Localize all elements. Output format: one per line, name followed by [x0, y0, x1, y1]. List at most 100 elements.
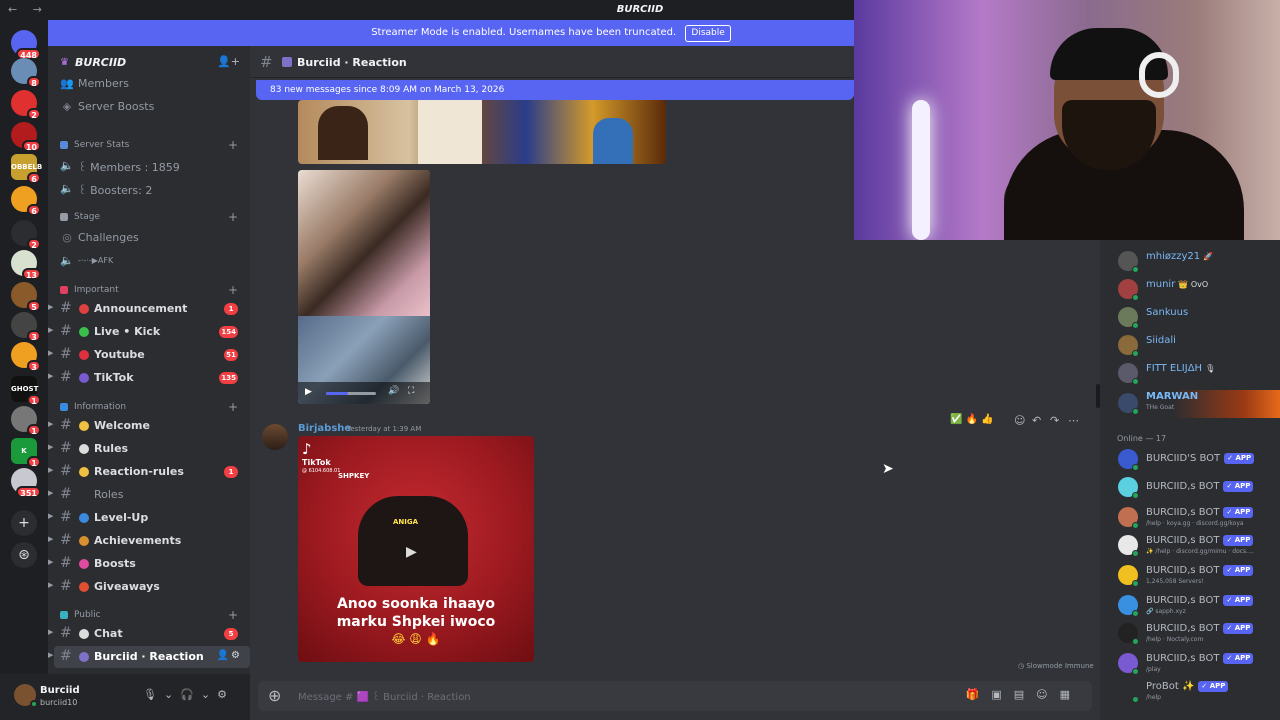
create-channel-icon[interactable]: + — [228, 138, 238, 152]
video-attachment[interactable]: ▶ 🔊 ⛶ — [298, 170, 430, 404]
channel-item[interactable]: ▶ # Burciid · Reaction 👤⚙ — [48, 646, 250, 668]
disable-streamer-mode-button[interactable]: Disable — [685, 25, 731, 42]
server-icon[interactable]: 2 — [11, 220, 41, 250]
microphone-icon[interactable]: 🎙 — [143, 688, 164, 701]
more-icon[interactable]: ⋯ — [1068, 414, 1079, 427]
category-stage[interactable]: Stage + — [48, 210, 250, 226]
fullscreen-icon[interactable]: ⛶ — [408, 386, 414, 396]
create-channel-icon[interactable]: + — [228, 608, 238, 622]
channel-item[interactable]: ▶ # TikTok 135 — [48, 367, 250, 389]
server-icon[interactable]: 6 — [11, 186, 41, 216]
chevron-down-icon[interactable]: ⌄ — [201, 688, 217, 701]
bot-member-item[interactable]: BURCIID,s BOT ✓ APP ✨ /help · discord.gg/m… — [1100, 532, 1280, 560]
bot-member-item[interactable]: ProBot ✨ ✓ APP/help — [1100, 678, 1280, 706]
channel-item[interactable]: ▶ # Roles — [48, 484, 250, 506]
stage-challenges[interactable]: ◎ Challenges — [48, 228, 250, 248]
stat-boosters[interactable]: 🔈 ꒰ Boosters: 2 — [48, 179, 250, 199]
server-icon[interactable]: 3 — [11, 312, 41, 342]
bot-member-item[interactable]: BURCIID,s BOT ✓ APP/help · koya.gg · disc… — [1100, 504, 1280, 532]
member-item[interactable]: munir 👑 OvO — [1100, 276, 1280, 304]
apps-icon[interactable]: ▦ — [1060, 688, 1082, 701]
category-important[interactable]: Important + — [48, 283, 250, 299]
status-dot-icon — [1132, 668, 1139, 675]
video-emojis: 😂 😩 🔥 — [391, 632, 441, 646]
server-icon[interactable]: 5 — [11, 282, 41, 312]
add-server-icon[interactable]: + — [11, 510, 37, 536]
channel-item[interactable]: ▶ # Achievements — [48, 530, 250, 552]
headphones-icon[interactable]: 🎧 — [180, 688, 201, 701]
video-controls: ▶ 🔊 ⛶ — [298, 382, 430, 404]
bot-member-item[interactable]: BURCIID,s BOT ✓ APP — [1100, 474, 1280, 502]
bot-member-item[interactable]: BURCIID'S BOT ✓ APP — [1100, 446, 1280, 474]
quick-reactions[interactable]: ✅ 🔥 👍 — [950, 414, 994, 425]
chevron-down-icon[interactable]: ⌄ — [164, 688, 180, 701]
settings-gear-icon[interactable]: ⚙ — [217, 688, 234, 701]
discover-icon[interactable]: ⊛ — [11, 542, 37, 568]
member-item[interactable]: Siidali — [1100, 332, 1280, 360]
emoji-icon[interactable]: ☺ — [1036, 688, 1059, 701]
server-icon[interactable]: GHOST 1 — [11, 376, 41, 406]
member-item[interactable]: MARWAN THe Goat — [1100, 390, 1280, 418]
server-icon[interactable]: 8 — [11, 58, 41, 88]
server-icon[interactable]: 2 — [11, 90, 41, 120]
add-reaction-icon[interactable]: ☺ — [1014, 414, 1025, 427]
stat-members[interactable]: 🔈 ꒰ Members : 1859 — [48, 156, 250, 176]
boost-icon: ◈ — [62, 100, 72, 113]
gif-icon[interactable]: ▣ — [991, 688, 1013, 701]
message-input-box[interactable]: ⊕ Message # 🟪 ꒰ Burciid · Reaction 🎁▣▤☺▦ — [258, 681, 1092, 711]
gift-icon[interactable]: 🎁 — [966, 688, 992, 701]
image-person — [318, 106, 368, 160]
server-icon[interactable]: 3 — [11, 342, 41, 372]
member-item[interactable]: FITT ELIJΔH 🎙 — [1100, 360, 1280, 388]
server-icon[interactable]: K1 — [11, 438, 41, 468]
sticker-icon[interactable]: ▤ — [1014, 688, 1036, 701]
forward-icon[interactable]: ↷ — [1050, 414, 1059, 427]
invite-people-icon[interactable]: 👤+ — [217, 55, 240, 68]
sidebar-item-members[interactable]: 👥 Members — [48, 74, 250, 94]
image-attachment[interactable] — [298, 100, 666, 164]
expand-arrow-icon: ▶ — [48, 466, 54, 474]
channel-item[interactable]: ▶ # Boosts — [48, 553, 250, 575]
category-information[interactable]: Information + — [48, 400, 250, 416]
member-item[interactable]: mhiøzzy21 🚀 — [1100, 248, 1280, 276]
server-icon[interactable]: OBBELB 6 — [11, 154, 42, 184]
server-icon[interactable]: 351 — [11, 468, 41, 498]
bot-member-item[interactable]: BURCIID,s BOT ✓ APP 🔗 sapph.xyz — [1100, 592, 1280, 620]
member-item[interactable]: Sankuus — [1100, 304, 1280, 332]
unread-badge: 3 — [27, 360, 41, 372]
server-icon[interactable]: 1 — [11, 406, 41, 436]
channel-item[interactable]: ▶ # Giveaways — [48, 576, 250, 598]
create-channel-icon[interactable]: + — [228, 400, 238, 414]
bot-member-item[interactable]: BURCIID,s BOT ✓ APP/play — [1100, 650, 1280, 678]
new-messages-bar[interactable]: 83 new messages since 8:09 AM on March 1… — [256, 80, 854, 100]
channel-item[interactable]: ▶ # Youtube 51 — [48, 344, 250, 366]
server-icon[interactable]: 13 — [11, 250, 41, 280]
message-author[interactable]: Birjabshe — [298, 423, 351, 434]
create-channel-icon[interactable]: + — [228, 210, 238, 224]
channel-item[interactable]: ▶ # Rules — [48, 438, 250, 460]
voice-afk[interactable]: 🔈 -·-·-▶AFK — [48, 251, 250, 271]
channel-item[interactable]: ▶ # Chat 5 — [48, 623, 250, 645]
bot-member-item[interactable]: BURCIID,s BOT ✓ APP/help · Noctaly.com — [1100, 620, 1280, 648]
channel-item[interactable]: ▶ # Live • Kick 154 — [48, 321, 250, 343]
play-icon[interactable]: ▶ — [305, 387, 312, 397]
tiktok-video-embed[interactable]: ♪ TikTok @ 6104.608.01 SHPKEY ANIGA ▶ An… — [298, 436, 534, 662]
bot-member-item[interactable]: BURCIID,s BOT ✓ APP 1,245,058 Servers! — [1100, 562, 1280, 590]
reply-icon[interactable]: ↶ — [1032, 414, 1041, 427]
play-icon[interactable]: ▶ — [406, 544, 417, 560]
create-channel-icon[interactable]: + — [228, 283, 238, 297]
server-icon[interactable]: 448 — [11, 30, 41, 60]
avatar[interactable] — [262, 424, 288, 450]
category-public[interactable]: Public + — [48, 608, 250, 624]
channel-item[interactable]: ▶ # Level-Up — [48, 507, 250, 529]
channel-item[interactable]: ▶ # Announcement 1 — [48, 298, 250, 320]
message-input[interactable]: Message # 🟪 ꒰ Burciid · Reaction — [298, 690, 471, 703]
channel-settings-icons[interactable]: 👤⚙ — [217, 650, 242, 661]
category-server-stats[interactable]: Server Stats + — [48, 138, 250, 154]
channel-item[interactable]: ▶ # Welcome — [48, 415, 250, 437]
server-icon[interactable]: 10 — [11, 122, 41, 152]
volume-icon[interactable]: 🔊 — [388, 386, 399, 396]
sidebar-item-server-boosts[interactable]: ◈ Server Boosts — [48, 97, 250, 117]
attach-plus-icon[interactable]: ⊕ — [268, 686, 281, 705]
channel-item[interactable]: ▶ # Reaction-rules 1 — [48, 461, 250, 483]
